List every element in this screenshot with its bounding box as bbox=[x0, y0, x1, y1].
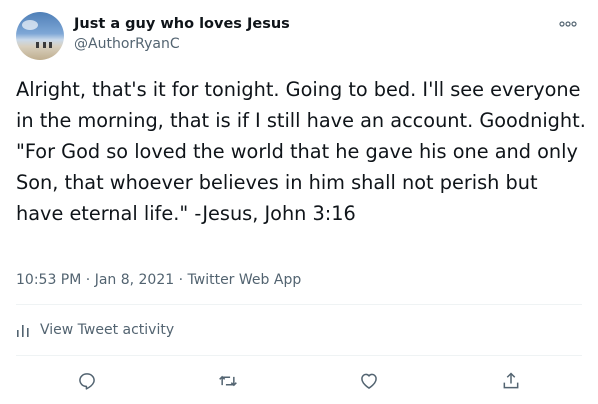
tweet-date[interactable]: Jan 8, 2021 bbox=[95, 272, 174, 288]
author-display-name[interactable]: Just a guy who loves Jesus bbox=[74, 14, 290, 34]
retweet-icon bbox=[219, 375, 237, 387]
tweet-meta: 10:53 PM · Jan 8, 2021 · Twitter Web App bbox=[16, 270, 301, 290]
tweet-time[interactable]: 10:53 PM bbox=[16, 272, 81, 288]
author-handle[interactable]: @AuthorRyanC bbox=[74, 34, 290, 54]
reply-button[interactable] bbox=[70, 364, 104, 398]
bar-chart-icon bbox=[17, 325, 29, 337]
tweet-text: Alright, that's it for tonight. Going to… bbox=[16, 78, 586, 225]
tweet-header: Just a guy who loves Jesus @AuthorRyanC bbox=[16, 12, 582, 60]
share-button[interactable] bbox=[494, 364, 528, 398]
tweet-source[interactable]: Twitter Web App bbox=[188, 272, 302, 288]
avatar-figure bbox=[36, 42, 39, 48]
tweet-actions bbox=[0, 364, 598, 398]
reply-icon bbox=[79, 373, 95, 390]
avatar-cloud bbox=[22, 20, 38, 30]
like-button[interactable] bbox=[352, 364, 386, 398]
more-options-icon[interactable] bbox=[556, 12, 580, 36]
meta-separator: · bbox=[85, 272, 91, 288]
divider bbox=[16, 304, 582, 305]
avatar-figure bbox=[49, 42, 52, 48]
avatar[interactable] bbox=[16, 12, 64, 60]
view-tweet-activity-link[interactable]: View Tweet activity bbox=[16, 320, 174, 340]
retweet-button[interactable] bbox=[211, 364, 245, 398]
divider bbox=[16, 355, 582, 356]
author-names: Just a guy who loves Jesus @AuthorRyanC bbox=[74, 14, 290, 54]
avatar-figure bbox=[43, 42, 46, 48]
share-icon bbox=[503, 372, 519, 389]
heart-icon bbox=[361, 373, 377, 389]
view-tweet-activity-label: View Tweet activity bbox=[40, 322, 175, 338]
meta-separator: · bbox=[178, 272, 184, 288]
